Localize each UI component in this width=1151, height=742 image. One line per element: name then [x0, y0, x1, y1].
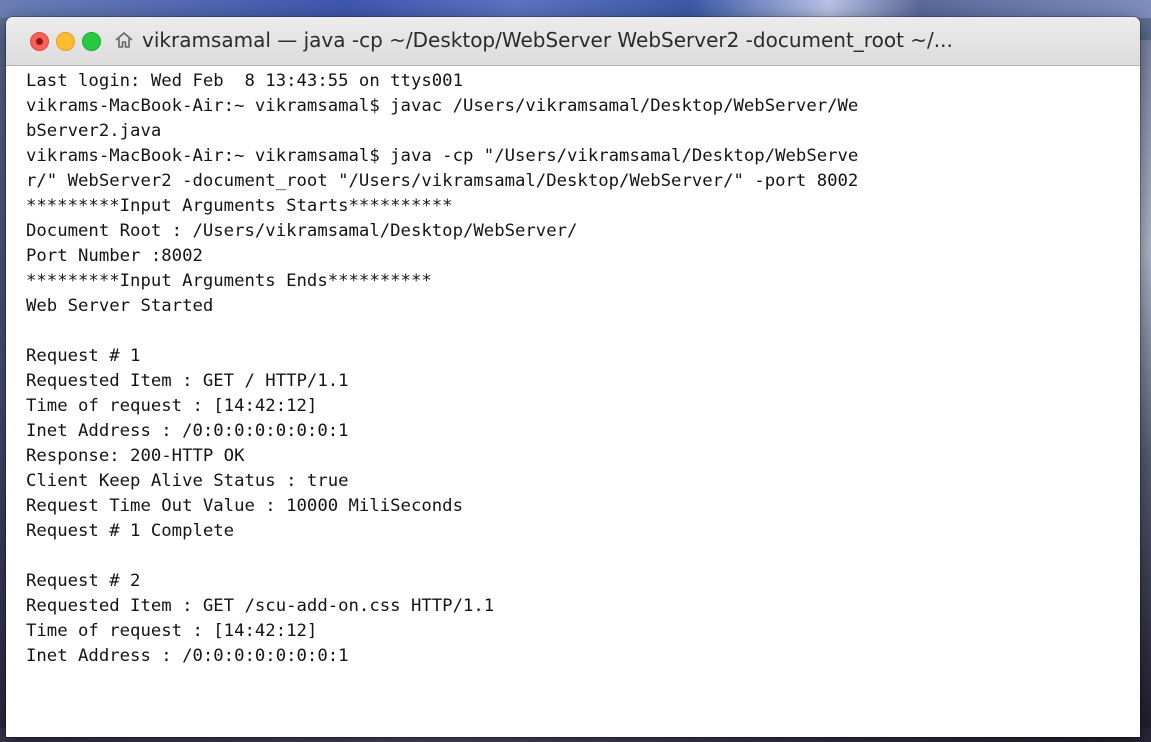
terminal-line: Time of request : [14:42:12] — [26, 396, 318, 416]
terminal-line: Response: 200-HTTP OK — [26, 446, 245, 466]
terminal-line: Request # 1 Complete — [26, 521, 235, 541]
terminal-line: Last login: Wed Feb 8 13:43:55 on ttys00… — [26, 71, 463, 91]
terminal-line: *********Input Arguments Starts*********… — [26, 196, 453, 216]
terminal-line: Client Keep Alive Status : true — [26, 471, 349, 491]
terminal-line: r/" WebServer2 -document_root "/Users/vi… — [26, 171, 859, 191]
terminal-line: Requested Item : GET /scu-add-on.css HTT… — [26, 596, 495, 616]
terminal-line: *********Input Arguments Ends********** — [26, 271, 432, 291]
terminal-line: Web Server Started — [26, 296, 214, 316]
minimize-button[interactable] — [56, 32, 75, 51]
terminal-line: Request # 1 — [26, 346, 141, 366]
window-title-text: vikramsamal — java -cp ~/Desktop/WebServ… — [142, 28, 953, 52]
terminal-window: vikramsamal — java -cp ~/Desktop/WebServ… — [6, 17, 1140, 737]
title-bar[interactable]: vikramsamal — java -cp ~/Desktop/WebServ… — [6, 17, 1140, 66]
terminal-line: Inet Address : /0:0:0:0:0:0:0:1 — [26, 421, 349, 441]
terminal-line: bServer2.java — [26, 121, 162, 141]
window-title: vikramsamal — java -cp ~/Desktop/WebServ… — [114, 28, 1124, 52]
terminal-line: Requested Item : GET / HTTP/1.1 — [26, 371, 349, 391]
terminal-line: Document Root : /Users/vikramsamal/Deskt… — [26, 221, 578, 241]
zoom-button[interactable] — [82, 32, 101, 51]
terminal-line: Request Time Out Value : 10000 MiliSecon… — [26, 496, 463, 516]
terminal-line: vikrams-MacBook-Air:~ vikramsamal$ javac… — [26, 96, 859, 116]
home-icon — [115, 32, 133, 48]
terminal-line: vikrams-MacBook-Air:~ vikramsamal$ java … — [26, 146, 859, 166]
close-button[interactable] — [30, 32, 49, 51]
terminal-line: Request # 2 — [26, 571, 141, 591]
terminal-line: Inet Address : /0:0:0:0:0:0:0:1 — [26, 646, 349, 666]
terminal-line: Time of request : [14:42:12] — [26, 621, 318, 641]
terminal-line: Port Number :8002 — [26, 246, 203, 266]
terminal-output[interactable]: Last login: Wed Feb 8 13:43:55 on ttys00… — [6, 66, 1140, 669]
desktop-background-top — [0, 0, 1151, 18]
